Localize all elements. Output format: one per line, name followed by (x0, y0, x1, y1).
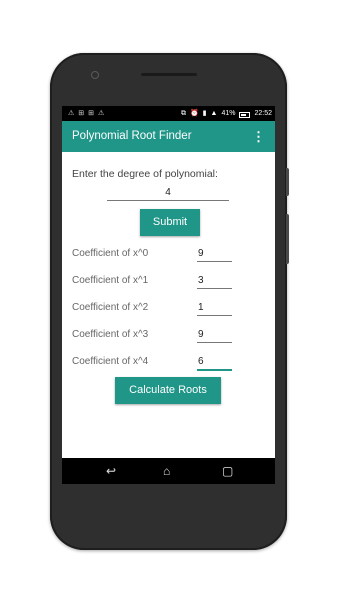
coefficient-label: Coefficient of x^4 (72, 356, 149, 367)
earpiece-speaker (141, 73, 197, 76)
app-title: Polynomial Root Finder (72, 130, 192, 142)
vibrate-icon: ▮ (202, 110, 207, 117)
degree-input[interactable]: 4 (107, 185, 229, 201)
coefficient-row: Coefficient of x^0 9 (72, 246, 252, 263)
coefficient-row: Coefficient of x^2 1 (72, 300, 252, 317)
coefficient-label: Coefficient of x^2 (72, 302, 149, 313)
coefficient-label: Coefficient of x^1 (72, 275, 149, 286)
warning-icon: ⚠ (98, 110, 105, 117)
overflow-menu-icon[interactable]: ⋮ (252, 121, 265, 152)
front-camera (91, 71, 99, 79)
volume-button (286, 214, 289, 264)
coefficient-input-focused[interactable]: 6 (197, 354, 232, 371)
status-bar: ⚠ ⊞ ⊞ ⚠ ⧉ ⏰ ▮ ▲ 41% 22:52 (62, 106, 275, 121)
coefficient-label: Coefficient of x^0 (72, 248, 149, 259)
coefficient-row: Coefficient of x^3 9 (72, 327, 252, 344)
main-content: Enter the degree of polynomial: 4 Submit… (62, 152, 275, 458)
signal-icon: ▲ (210, 110, 218, 117)
clock: 22:52 (254, 110, 272, 117)
alarm-icon: ⏰ (189, 110, 199, 117)
battery-icon (239, 111, 251, 118)
back-icon[interactable]: ↩ (106, 458, 116, 484)
calculate-roots-button[interactable]: Calculate Roots (115, 377, 221, 404)
degree-label: Enter the degree of polynomial: (72, 168, 218, 180)
submit-button[interactable]: Submit (140, 209, 200, 236)
app-icon: ⊞ (88, 110, 95, 117)
device-screen: ⚠ ⊞ ⊞ ⚠ ⧉ ⏰ ▮ ▲ 41% 22:52 Polynomial Roo… (62, 106, 275, 484)
coefficient-input[interactable]: 9 (197, 327, 232, 343)
system-status: ⧉ ⏰ ▮ ▲ 41% 22:52 (181, 106, 272, 121)
recents-icon[interactable]: ▢ (222, 458, 233, 484)
power-button (286, 168, 289, 196)
home-icon[interactable]: ⌂ (163, 458, 170, 484)
coefficient-label: Coefficient of x^3 (72, 329, 149, 340)
app-bar: Polynomial Root Finder ⋮ (62, 121, 275, 152)
coefficient-input[interactable]: 9 (197, 246, 232, 262)
screenshot-icon: ⧉ (180, 110, 186, 117)
coefficient-row: Coefficient of x^1 3 (72, 273, 252, 290)
app-icon: ⊞ (78, 110, 85, 117)
coefficient-input[interactable]: 1 (197, 300, 232, 316)
coefficient-row: Coefficient of x^4 6 (72, 354, 252, 371)
navigation-bar: ↩ ⌂ ▢ (62, 458, 275, 484)
coefficient-input[interactable]: 3 (197, 273, 232, 289)
notification-icons: ⚠ ⊞ ⊞ ⚠ (68, 106, 104, 121)
warning-icon: ⚠ (68, 110, 75, 117)
battery-percent: 41% (221, 110, 236, 117)
